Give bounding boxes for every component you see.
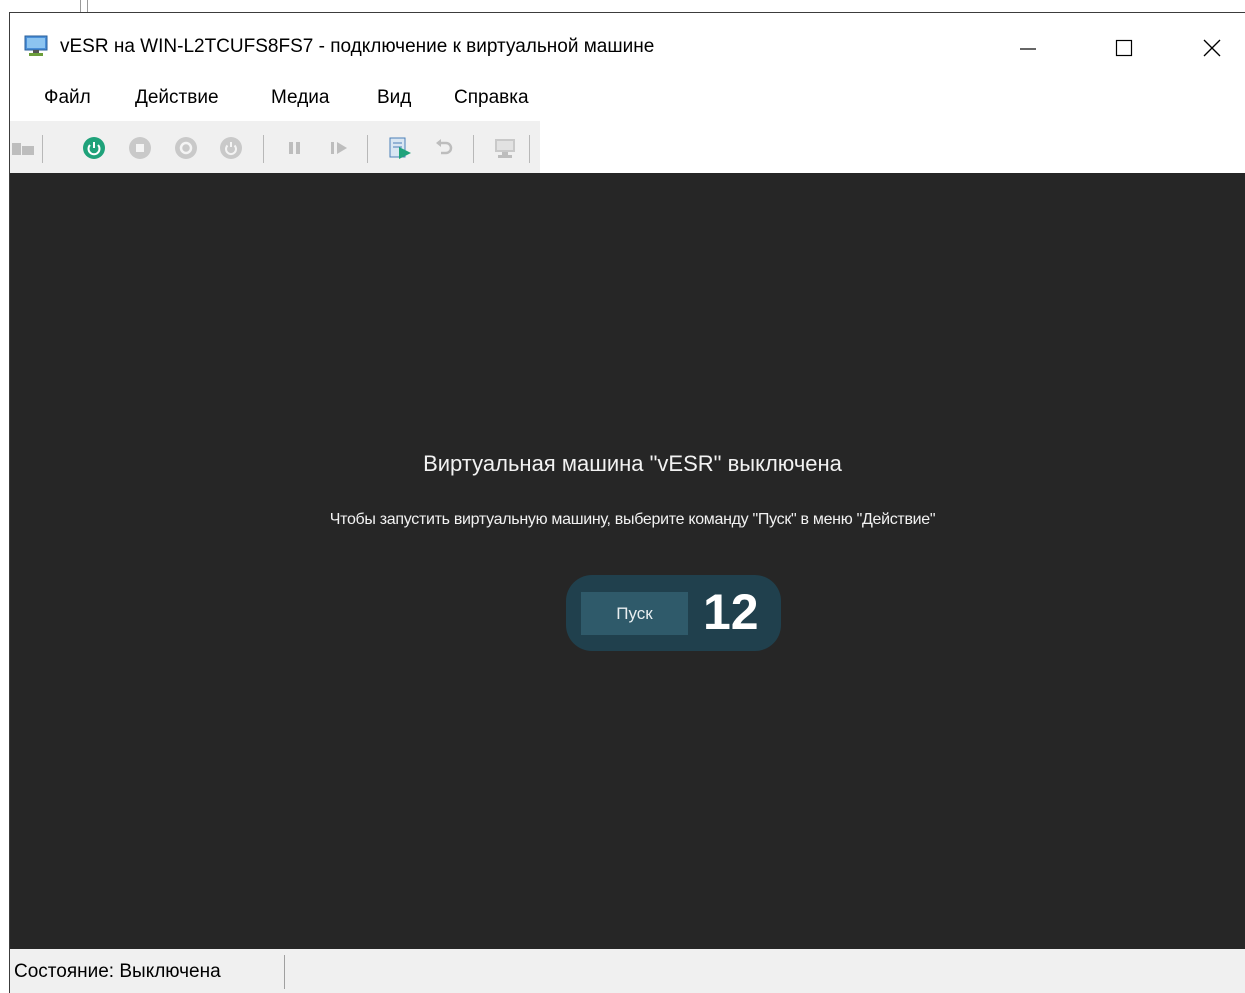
shutdown-icon[interactable] xyxy=(173,135,199,161)
maximize-icon xyxy=(1115,39,1133,57)
checkpoint-icon[interactable] xyxy=(387,135,413,161)
background-window-strip xyxy=(0,0,1245,12)
toolbar-separator xyxy=(529,135,530,163)
start-icon[interactable] xyxy=(81,135,107,161)
start-vm-button[interactable]: Пуск xyxy=(581,592,688,635)
ctrl-alt-del-icon[interactable] xyxy=(10,135,36,161)
step-number-label: 12 xyxy=(703,584,759,640)
close-button[interactable] xyxy=(1184,25,1240,71)
toolbar xyxy=(10,121,540,173)
vm-connection-window: vESR на WIN-L2TCUFS8FS7 - подключение к … xyxy=(9,12,1245,993)
background-divider xyxy=(87,0,88,12)
status-separator xyxy=(284,955,285,989)
vm-connection-icon xyxy=(24,35,48,56)
start-button-highlight: Пуск 12 xyxy=(566,575,781,651)
maximize-button[interactable] xyxy=(1096,25,1152,71)
toolbar-separator xyxy=(42,135,43,163)
save-icon[interactable] xyxy=(218,135,244,161)
close-icon xyxy=(1203,39,1221,57)
menu-action[interactable]: Действие xyxy=(135,87,219,109)
enhanced-session-icon[interactable] xyxy=(492,135,518,161)
vm-display[interactable]: Виртуальная машина "vESR" выключена Чтоб… xyxy=(10,173,1245,949)
window-title: vESR на WIN-L2TCUFS8FS7 - подключение к … xyxy=(60,36,655,57)
menu-file[interactable]: Файл xyxy=(44,87,91,109)
toolbar-empty-area xyxy=(540,121,1245,173)
resume-icon[interactable] xyxy=(326,135,352,161)
toolbar-separator xyxy=(367,135,368,163)
menu-media[interactable]: Медиа xyxy=(271,87,329,109)
menu-help[interactable]: Справка xyxy=(454,87,529,109)
toolbar-separator xyxy=(263,135,264,163)
vm-status-text: Состояние: Выключена xyxy=(14,961,221,982)
vm-start-hint: Чтобы запустить виртуальную машину, выбе… xyxy=(329,511,936,528)
toolbar-separator xyxy=(473,135,474,163)
pause-icon[interactable] xyxy=(282,135,308,161)
status-bar: Состояние: Выключена xyxy=(10,949,1245,993)
vm-off-heading: Виртуальная машина "vESR" выключена xyxy=(423,451,842,476)
minimize-icon xyxy=(1020,48,1036,50)
menu-view[interactable]: Вид xyxy=(377,87,411,109)
background-divider xyxy=(80,0,81,12)
minimize-button[interactable] xyxy=(1000,25,1056,71)
turn-off-icon[interactable] xyxy=(127,135,153,161)
menu-bar: Файл Действие Медиа Вид Справка xyxy=(10,75,1245,121)
title-bar[interactable]: vESR на WIN-L2TCUFS8FS7 - подключение к … xyxy=(10,13,1245,75)
revert-icon[interactable] xyxy=(431,135,457,161)
